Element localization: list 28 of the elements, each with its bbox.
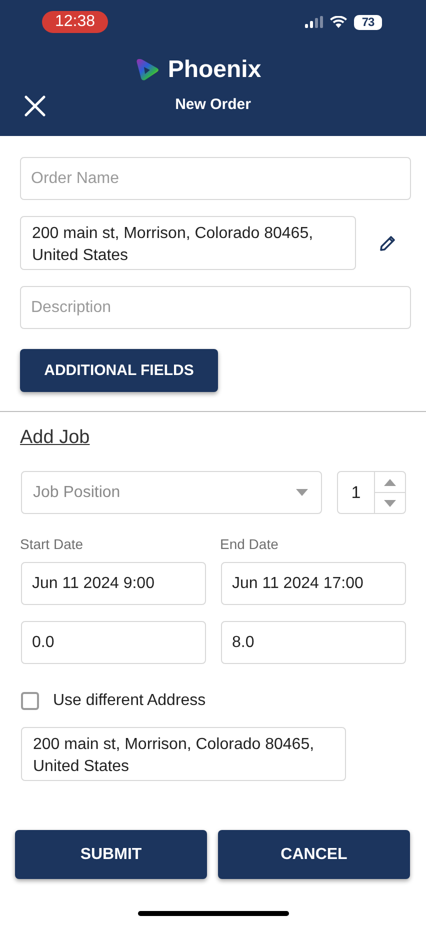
close-icon (24, 95, 46, 117)
battery-level: 73 (354, 14, 382, 30)
logo-icon (134, 58, 160, 82)
status-time: 12:38 (42, 11, 108, 33)
pencil-icon (380, 235, 396, 251)
submit-button[interactable]: SUBMIT (15, 830, 207, 879)
wifi-icon (330, 16, 347, 28)
app-name: Phoenix (168, 56, 262, 84)
start-date-label: Start Date (20, 536, 84, 552)
checkbox-label: Use different Address (53, 692, 206, 710)
signal-icon (305, 16, 323, 28)
additional-fields-button[interactable]: ADDITIONAL FIELDS (20, 349, 218, 392)
address-field[interactable]: 200 main st, Morrison, Colorado 80465, United States (20, 216, 356, 270)
dropdown-icon (296, 489, 308, 496)
end-date-field[interactable]: Jun 11 2024 17:00 (221, 562, 406, 605)
start-date-field[interactable]: Jun 11 2024 9:00 (21, 562, 206, 605)
cancel-button[interactable]: CANCEL (218, 830, 410, 879)
end-date-label: End Date (220, 536, 280, 552)
checkbox[interactable] (21, 692, 39, 710)
start-hours-field[interactable]: 0.0 (21, 621, 206, 664)
add-job-link[interactable]: Add Job (20, 427, 90, 449)
job-address-field[interactable]: 200 main st, Morrison, Colorado 80465, United States (21, 727, 346, 781)
end-hours-field[interactable]: 8.0 (221, 621, 406, 664)
description-field[interactable]: Description (20, 286, 411, 329)
screen-title: New Order (175, 96, 251, 113)
edit-button[interactable] (380, 235, 396, 251)
close-button[interactable] (24, 95, 46, 117)
order-name-field[interactable]: Order Name (20, 157, 411, 200)
